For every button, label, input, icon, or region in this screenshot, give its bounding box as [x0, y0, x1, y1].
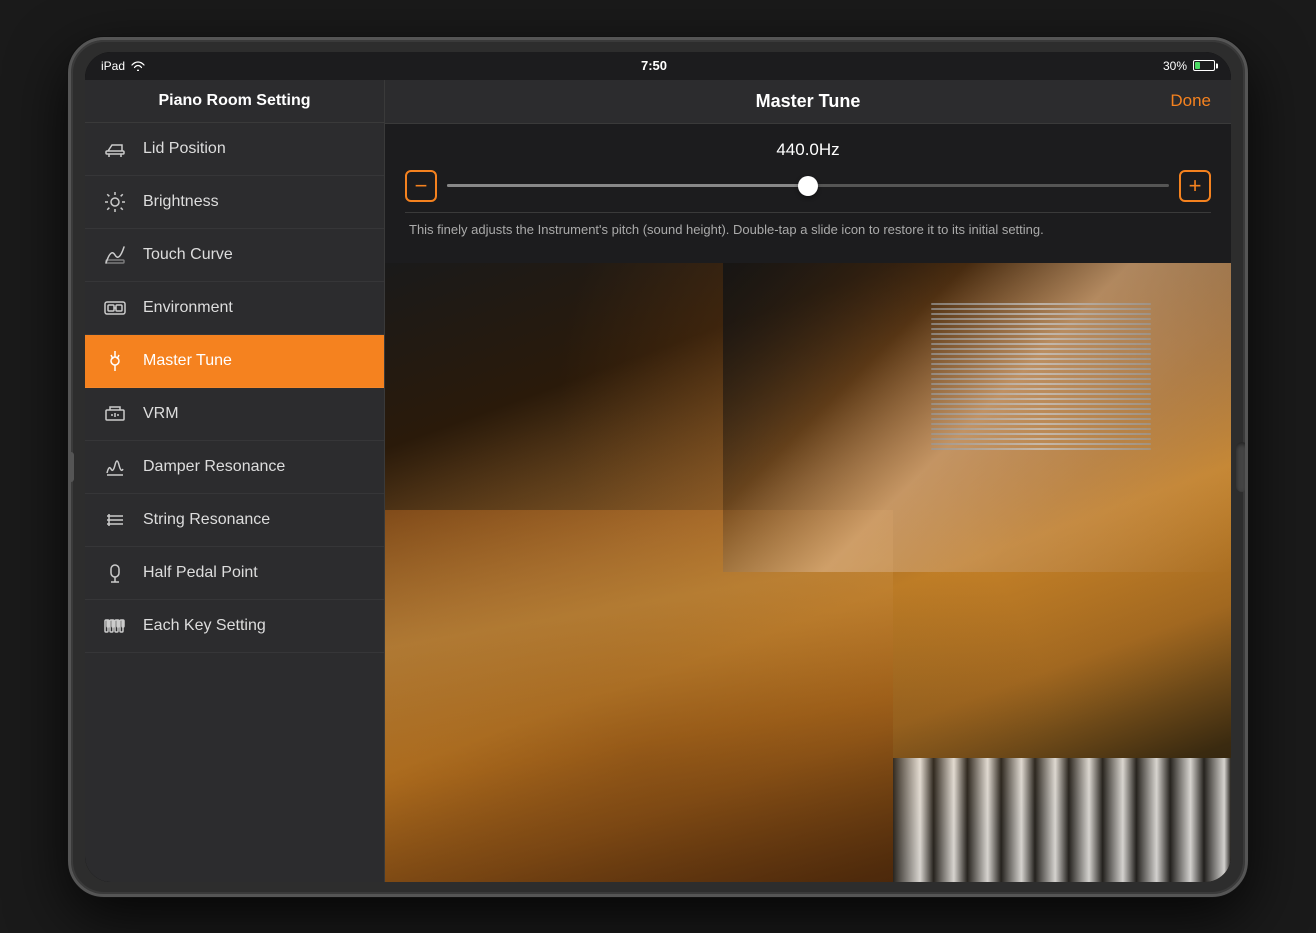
piano-string	[931, 418, 1151, 420]
piano-string	[931, 383, 1151, 385]
battery-icon	[1193, 60, 1215, 71]
half-pedal-label: Half Pedal Point	[143, 564, 258, 582]
piano-strings	[931, 303, 1151, 736]
piano-string	[931, 438, 1151, 440]
battery-fill	[1195, 62, 1200, 69]
panel-header: Master Tune Done	[385, 80, 1231, 124]
lid-icon	[101, 135, 129, 163]
sidebar-title: Piano Room Setting	[85, 80, 384, 123]
each-key-icon	[101, 612, 129, 640]
sidebar-item-vrm[interactable]: VRM	[85, 388, 384, 441]
sidebar-item-each-key[interactable]: Each Key Setting	[85, 600, 384, 653]
brightness-label: Brightness	[143, 193, 219, 211]
sidebar-item-half-pedal[interactable]: Half Pedal Point	[85, 547, 384, 600]
home-button[interactable]	[1236, 442, 1248, 492]
damper-resonance-icon	[101, 453, 129, 481]
slider-increase-button[interactable]: +	[1179, 170, 1211, 202]
piano-string	[931, 363, 1151, 365]
piano-string	[931, 408, 1151, 410]
piano-string	[931, 338, 1151, 340]
brightness-icon	[101, 188, 129, 216]
slider-row: − +	[405, 170, 1211, 202]
environment-label: Environment	[143, 299, 233, 317]
piano-string	[931, 378, 1151, 380]
piano-string	[931, 333, 1151, 335]
master-tune-icon	[101, 347, 129, 375]
piano-string	[931, 388, 1151, 390]
sidebar-item-environment[interactable]: Environment	[85, 282, 384, 335]
sidebar: Piano Room Setting Lid Position	[85, 80, 385, 882]
each-key-label: Each Key Setting	[143, 617, 266, 635]
vrm-icon	[101, 400, 129, 428]
damper-resonance-label: Damper Resonance	[143, 458, 285, 476]
ipad-frame: iPad 7:50 30% Piano Ro	[68, 37, 1248, 897]
half-pedal-icon	[101, 559, 129, 587]
right-panel: Master Tune Done 440.0Hz − +	[385, 80, 1231, 882]
piano-string	[931, 353, 1151, 355]
piano-visual	[385, 263, 1231, 882]
status-right: 30%	[1163, 59, 1215, 73]
battery-percent: 30%	[1163, 59, 1187, 73]
piano-string	[931, 393, 1151, 395]
sidebar-item-master-tune[interactable]: Master Tune	[85, 335, 384, 388]
status-time: 7:50	[641, 58, 667, 73]
main-content: Piano Room Setting Lid Position	[85, 80, 1231, 882]
sidebar-item-brightness[interactable]: Brightness	[85, 176, 384, 229]
device-name: iPad	[101, 59, 125, 73]
wifi-icon	[131, 61, 145, 71]
piano-string	[931, 308, 1151, 310]
description-text: This finely adjusts the Instrument's pit…	[405, 212, 1211, 247]
tune-value: 440.0Hz	[405, 140, 1211, 160]
volume-button[interactable]	[68, 452, 74, 482]
piano-string	[931, 403, 1151, 405]
string-resonance-icon	[101, 506, 129, 534]
piano-string	[931, 368, 1151, 370]
panel-title: Master Tune	[674, 91, 943, 112]
piano-string	[931, 358, 1151, 360]
done-button[interactable]: Done	[1170, 91, 1211, 111]
slider-fill	[447, 184, 808, 187]
slider-decrease-button[interactable]: −	[405, 170, 437, 202]
piano-string	[931, 433, 1151, 435]
piano-string	[931, 318, 1151, 320]
slider-track[interactable]	[447, 184, 1169, 187]
piano-string	[931, 303, 1151, 305]
string-resonance-label: String Resonance	[143, 511, 270, 529]
piano-string	[931, 373, 1151, 375]
piano-image-area	[385, 263, 1231, 882]
piano-keys	[893, 758, 1231, 882]
master-tune-label: Master Tune	[143, 352, 232, 370]
piano-string	[931, 348, 1151, 350]
piano-string	[931, 313, 1151, 315]
panel-body: 440.0Hz − + This finely adjusts the Inst…	[385, 124, 1231, 263]
piano-string	[931, 343, 1151, 345]
sidebar-item-lid-position[interactable]: Lid Position	[85, 123, 384, 176]
piano-string	[931, 443, 1151, 445]
sidebar-item-damper-resonance[interactable]: Damper Resonance	[85, 441, 384, 494]
status-left: iPad	[101, 59, 145, 73]
touch-curve-label: Touch Curve	[143, 246, 233, 264]
sidebar-item-string-resonance[interactable]: String Resonance	[85, 494, 384, 547]
sidebar-item-touch-curve[interactable]: Touch Curve	[85, 229, 384, 282]
piano-string	[931, 423, 1151, 425]
battery-indicator	[1193, 60, 1215, 71]
lid-position-label: Lid Position	[143, 140, 226, 158]
piano-string	[931, 328, 1151, 330]
vrm-label: VRM	[143, 405, 179, 423]
piano-string	[931, 413, 1151, 415]
piano-string	[931, 448, 1151, 450]
piano-string	[931, 428, 1151, 430]
slider-thumb[interactable]	[798, 176, 818, 196]
piano-string	[931, 323, 1151, 325]
device-screen: iPad 7:50 30% Piano Ro	[85, 52, 1231, 882]
touch-curve-icon	[101, 241, 129, 269]
piano-string	[931, 398, 1151, 400]
environment-icon	[101, 294, 129, 322]
status-bar: iPad 7:50 30%	[85, 52, 1231, 80]
